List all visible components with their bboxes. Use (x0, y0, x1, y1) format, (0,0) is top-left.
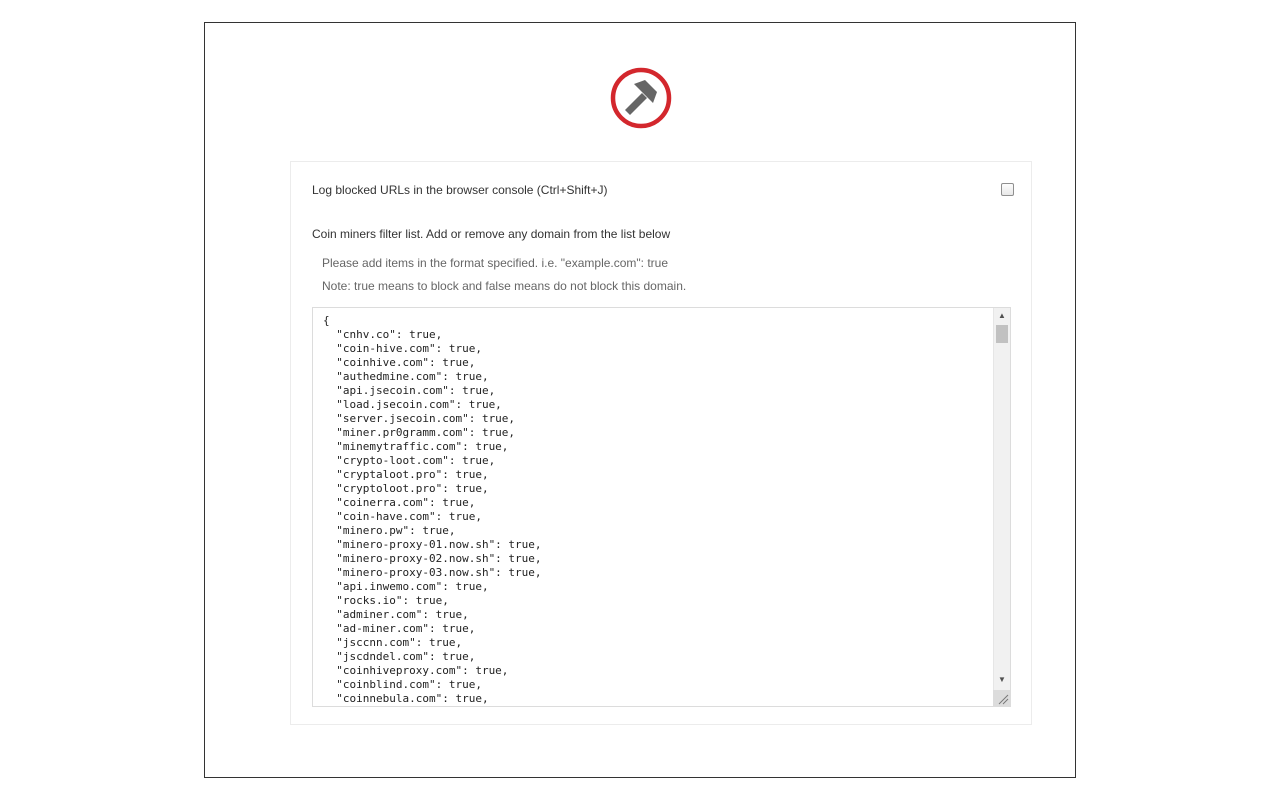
log-blocked-checkbox[interactable] (1001, 183, 1014, 196)
filter-list-title: Coin miners filter list. Add or remove a… (312, 227, 671, 241)
filter-list-content[interactable]: { "cnhv.co": true, "coin-hive.com": true… (323, 314, 542, 706)
log-option-label: Log blocked URLs in the browser console … (312, 183, 608, 197)
true-false-note: Note: true means to block and false mean… (322, 279, 687, 293)
arrow-up-icon[interactable]: ▲ (994, 308, 1010, 324)
options-page: Log blocked URLs in the browser console … (204, 22, 1076, 778)
textarea-scrollbar[interactable]: ▲ ▼ (993, 308, 1010, 706)
filter-list-textarea[interactable]: { "cnhv.co": true, "coin-hive.com": true… (312, 307, 1011, 707)
log-option-row: Log blocked URLs in the browser console … (312, 182, 1014, 200)
arrow-down-icon[interactable]: ▼ (994, 672, 1010, 688)
pickaxe-blocked-icon (610, 67, 672, 129)
scroll-thumb[interactable] (996, 325, 1008, 343)
settings-panel: Log blocked URLs in the browser console … (290, 161, 1032, 725)
format-hint: Please add items in the format specified… (322, 256, 669, 270)
resize-handle-icon[interactable] (993, 690, 1010, 706)
